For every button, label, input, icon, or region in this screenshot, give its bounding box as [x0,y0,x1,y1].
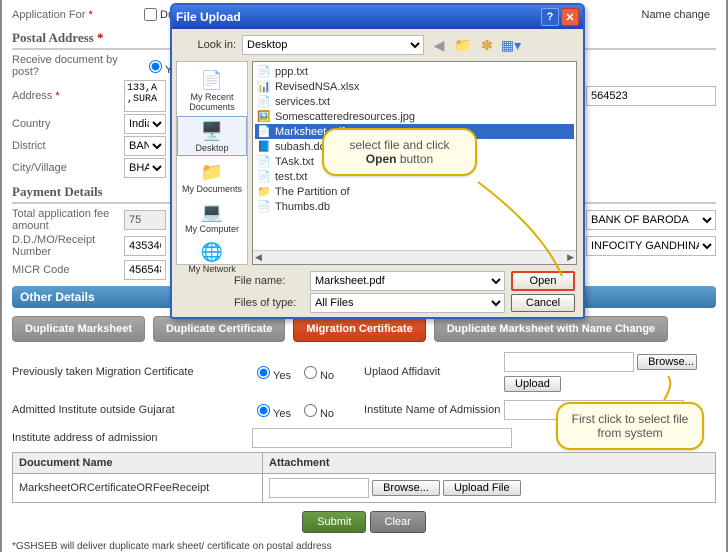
fee-label: Total application fee amount [12,208,124,232]
cancel-button[interactable]: Cancel [511,294,575,312]
receive-label: Receive document by post? [12,54,124,78]
dd-input[interactable] [124,236,166,256]
open-button[interactable]: Open [511,271,575,291]
callout-browse: First click to select file from system [556,402,704,450]
prev-no[interactable] [304,366,317,379]
district-select[interactable]: BANA [124,136,166,156]
filename-input[interactable]: Marksheet.pdf [310,271,505,291]
dialog-title: File Upload [176,10,241,24]
tab-migration[interactable]: Migration Certificate [293,316,425,342]
bank-select[interactable]: BANK OF BARODA [586,210,716,230]
application-for-label: Application For [12,9,85,21]
address-input[interactable]: 133,A ,SURA [124,80,166,112]
submit-button[interactable]: Submit [302,511,366,533]
outside-yes[interactable] [257,404,270,417]
tab-dup-namechange[interactable]: Duplicate Marksheet with Name Change [434,316,668,342]
city-select[interactable]: BHAC [124,158,166,178]
outside-no[interactable] [304,404,317,417]
doc-name-cell: MarksheetORCertificateORFeeReceipt [13,474,263,503]
city-label: City/Village [12,162,124,174]
namechange-label: Name change [642,9,711,21]
filetype-select[interactable]: All Files [310,293,505,313]
inst-addr-label: Institute address of admission [12,432,252,444]
address-label: Address [12,90,52,102]
views-icon[interactable]: ▦▾ [502,36,520,54]
micr-input[interactable] [124,260,166,280]
close-icon[interactable]: ✕ [561,8,579,26]
inst-addr-input[interactable] [252,428,512,448]
prev-yes[interactable] [257,366,270,379]
affidavit-upload-button[interactable]: Upload [504,376,561,392]
tab-dup-cert[interactable]: Duplicate Certificate [153,316,285,342]
back-icon[interactable]: ◀ [430,36,448,54]
doc-browse-button[interactable]: Browse... [372,480,440,496]
receive-yes[interactable] [149,60,162,73]
clear-button[interactable]: Clear [370,511,426,533]
doc-path-input[interactable] [269,478,369,498]
affidavit-browse-button[interactable]: Browse... [637,354,697,370]
place-network[interactable]: 🌐My Network [177,238,247,276]
help-icon[interactable]: ? [541,8,559,26]
footnote: *GSHSEB will deliver duplicate mark shee… [12,541,716,552]
attach-col-head: Attachment [263,453,716,474]
list-item: 📄services.txt [255,94,574,109]
list-item: 📁The Partition of [255,184,574,199]
place-desktop[interactable]: 🖥️Desktop [177,116,247,156]
postal-head: Postal Address [12,30,94,45]
newfolder-icon[interactable]: ✽ [478,36,496,54]
affidavit-label: Uplaod Affidavit [364,366,504,378]
places-bar: 📄My Recent Documents 🖥️Desktop 📁My Docum… [176,61,248,265]
country-label: Country [12,118,124,130]
place-mycomp[interactable]: 💻My Computer [177,198,247,236]
micr-label: MICR Code [12,264,124,276]
inst-name-label: Institute Name of Admission [364,404,504,416]
admitted-label: Admitted Institute outside Gujarat [12,404,252,416]
up-icon[interactable]: 📁 [454,36,472,54]
prev-migration-label: Previously taken Migration Certificate [12,366,252,378]
callout-open: select file and click Open button [322,128,477,176]
branch-select[interactable]: INFOCITY GANDHINAGA [586,236,716,256]
lookin-label: Look in: [180,39,236,51]
affidavit-path[interactable] [504,352,634,372]
place-mydocs[interactable]: 📁My Documents [177,158,247,196]
district-label: District [12,140,124,152]
list-item: 🖼️Somescatteredresources.jpg [255,109,574,124]
table-row: MarksheetORCertificateORFeeReceipt Brows… [13,474,716,503]
dd-label: D.D./MO/Receipt Number [12,234,124,258]
hscrollbar[interactable]: ◀▶ [253,250,576,264]
pin-input[interactable] [586,86,716,106]
fee-input [124,210,166,230]
doc-uploadfile-button[interactable]: Upload File [443,480,521,496]
place-recent[interactable]: 📄My Recent Documents [177,66,247,114]
lookin-select[interactable]: Desktop [242,35,424,55]
doc-col-head: Doucument Name [13,453,263,474]
list-item: 📄ppp.txt [255,64,574,79]
list-item: 📊RevisedNSA.xlsx [255,79,574,94]
tab-dup-marksheet[interactable]: Duplicate Marksheet [12,316,145,342]
filename-label: File name: [234,275,304,287]
list-item: 📄Thumbs.db [255,199,574,214]
dup-checkbox[interactable] [144,8,157,21]
filetype-label: Files of type: [234,297,304,309]
country-select[interactable]: India [124,114,166,134]
